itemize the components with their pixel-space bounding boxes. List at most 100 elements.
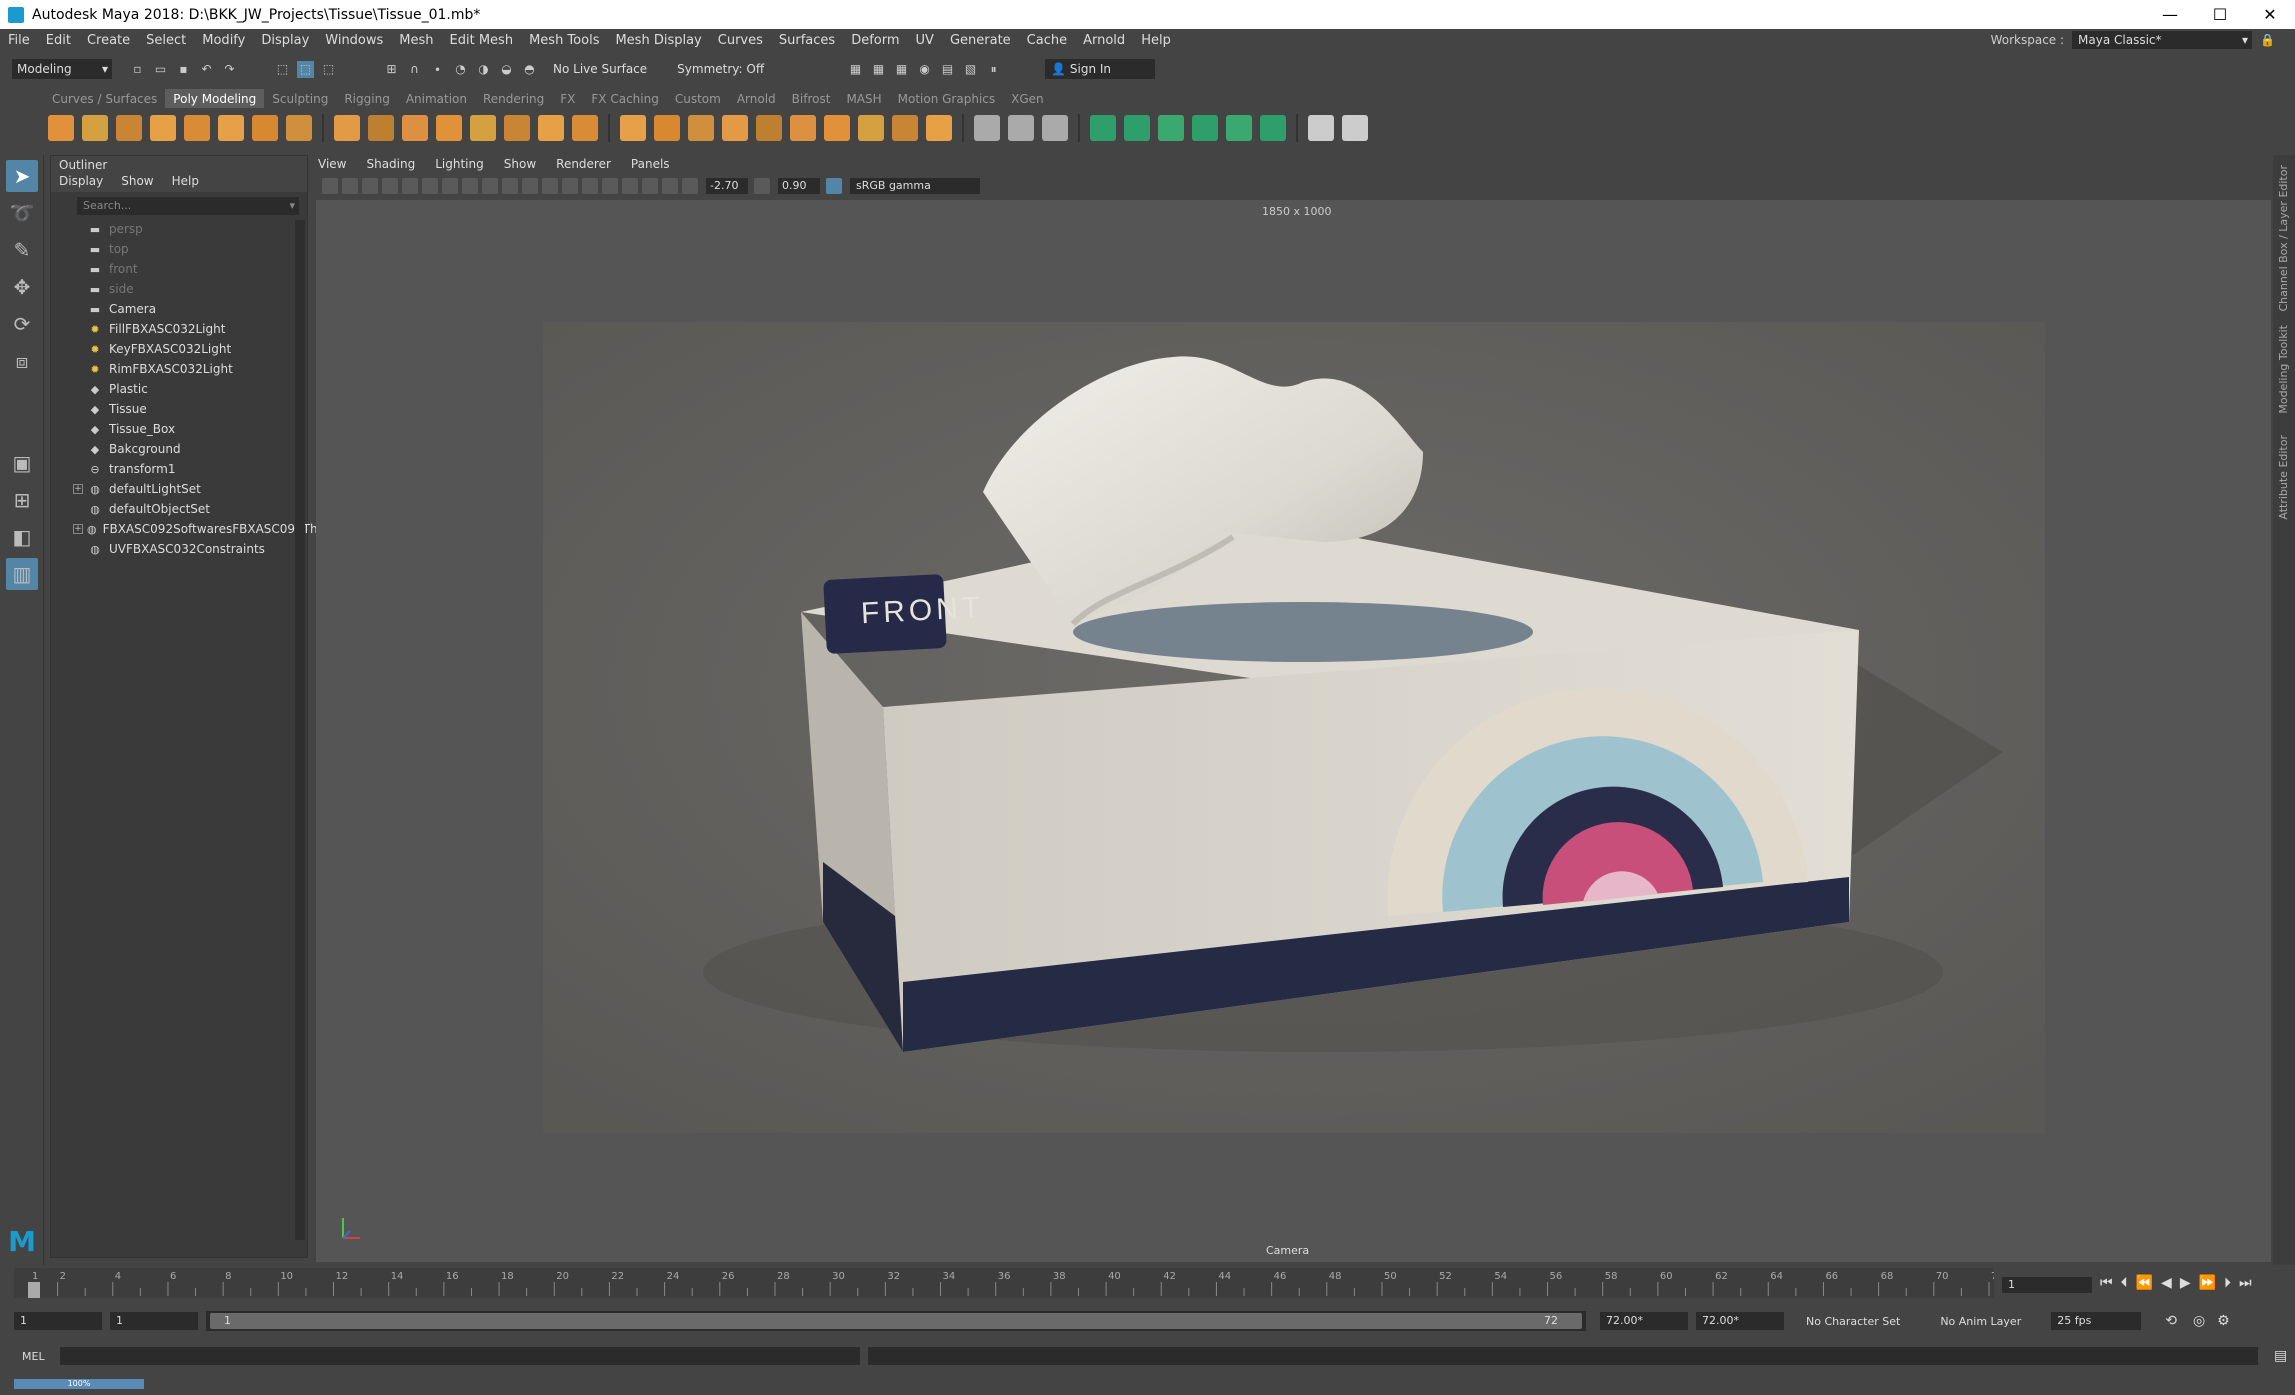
snap-plane-icon[interactable]: ◒ [498, 61, 515, 78]
outliner-item[interactable]: ✹ RimFBXASC032Light [51, 359, 307, 379]
move-tool-icon[interactable]: ✥ [6, 271, 38, 303]
step-forward-frame-icon[interactable]: ⏩ [2199, 1275, 2216, 1291]
shelf-tool-icon[interactable] [654, 115, 680, 141]
outliner-layout-icon[interactable]: ◧ [6, 521, 38, 553]
workspace-dropdown[interactable]: Maya Classic* ▾ [2072, 31, 2253, 49]
shelf-tool-icon[interactable] [1226, 115, 1252, 141]
maximize-button[interactable]: ☐ [2195, 0, 2245, 29]
outliner-scrollbar[interactable] [295, 220, 305, 1240]
shelf-tool-icon[interactable] [286, 115, 312, 141]
shelf-tool-icon[interactable] [1008, 115, 1034, 141]
shelf-tab-arnold[interactable]: Arnold [729, 89, 784, 109]
shelf-tool-icon[interactable] [790, 115, 816, 141]
menu-set-dropdown[interactable]: Modeling ▾ [12, 59, 112, 79]
outliner-item[interactable]: ▬ front [51, 259, 307, 279]
open-scene-icon[interactable]: ▭ [152, 61, 169, 78]
menu-create[interactable]: Create [79, 33, 138, 48]
viewport-menu-view[interactable]: View [318, 157, 346, 175]
range-handle[interactable]: 1 72 [210, 1313, 1582, 1329]
menu-file[interactable]: File [0, 33, 38, 48]
outliner-item[interactable]: + ◍ FBXASC092SoftwaresFBXASC092TheF [51, 519, 332, 539]
select-tool-icon[interactable]: ➤ [6, 160, 38, 192]
outliner-menu-help[interactable]: Help [172, 174, 199, 192]
shelf-tab-fx-caching[interactable]: FX Caching [583, 89, 666, 109]
menu-generate[interactable]: Generate [942, 33, 1019, 48]
go-to-start-icon[interactable]: ⏮ [2100, 1275, 2113, 1291]
bookmark-icon[interactable] [362, 178, 378, 194]
save-scene-icon[interactable]: ▪ [175, 61, 192, 78]
shelf-tool-icon[interactable] [1342, 115, 1368, 141]
symmetry-label[interactable]: Symmetry: Off [677, 62, 764, 76]
lights-icon[interactable] [582, 178, 598, 194]
shelf-tool-icon[interactable] [1192, 115, 1218, 141]
ipr-render-icon[interactable]: ▦ [870, 61, 887, 78]
shelf-tool-icon[interactable] [1260, 115, 1286, 141]
playback-start-field[interactable]: 1 [110, 1312, 198, 1330]
xray-icon[interactable] [662, 178, 678, 194]
menu-arnold[interactable]: Arnold [1075, 33, 1133, 48]
shelf-tool-icon[interactable] [1042, 115, 1068, 141]
smooth-shade-icon[interactable] [542, 178, 558, 194]
color-management-icon[interactable] [826, 178, 842, 194]
isolate-select-icon[interactable] [642, 178, 658, 194]
menu-deform[interactable]: Deform [843, 33, 907, 48]
outliner-menu-show[interactable]: Show [121, 174, 153, 192]
outliner-item[interactable]: ✹ KeyFBXASC032Light [51, 339, 307, 359]
anim-layer-menu[interactable]: No Anim Layer [1940, 1315, 2021, 1328]
shelf-tab-rendering[interactable]: Rendering [475, 89, 552, 109]
menu-cache[interactable]: Cache [1019, 33, 1075, 48]
shelf-tool-icon[interactable] [82, 115, 108, 141]
outliner-item[interactable]: ⊖ transform1 [51, 459, 307, 479]
select-object-icon[interactable]: ⬚ [297, 60, 314, 78]
fps-dropdown[interactable]: 25 fps [2051, 1312, 2142, 1330]
lock-icon[interactable]: 🔒 [2260, 33, 2275, 47]
render-view-icon[interactable]: ▤ [939, 61, 956, 78]
workspace-selector[interactable]: Workspace : Maya Classic* ▾ 🔒 [1991, 31, 2275, 49]
shelf-tab-sculpting[interactable]: Sculpting [264, 89, 336, 109]
exposure-icon[interactable] [682, 178, 698, 194]
camera-select-icon[interactable] [322, 178, 338, 194]
shelf-tool-icon[interactable] [252, 115, 278, 141]
current-frame-marker[interactable] [28, 1282, 40, 1298]
expand-icon[interactable]: + [73, 484, 83, 494]
shelf-tool-icon[interactable] [858, 115, 884, 141]
grid-icon[interactable] [402, 178, 418, 194]
outliner-item[interactable]: ◆ Bakcground [51, 439, 307, 459]
viewport-menu-lighting[interactable]: Lighting [435, 157, 484, 175]
outliner-menu-display[interactable]: Display [59, 174, 103, 192]
menu-edit[interactable]: Edit [38, 33, 79, 48]
go-to-end-icon[interactable]: ⏭ [2239, 1275, 2252, 1291]
select-component-icon[interactable]: ⬚ [320, 61, 337, 78]
redo-icon[interactable]: ↷ [221, 61, 238, 78]
shelf-tab-fx[interactable]: FX [552, 89, 583, 109]
shelf-tool-icon[interactable] [1090, 115, 1116, 141]
single-perspective-layout-icon[interactable]: ▣ [6, 447, 38, 479]
field-chart-icon[interactable] [482, 178, 498, 194]
shelf-tool-icon[interactable] [470, 115, 496, 141]
shelf-tool-icon[interactable] [722, 115, 748, 141]
tab-attribute-editor[interactable]: Attribute Editor [2277, 435, 2290, 520]
render-current-icon[interactable]: ▦ [847, 61, 864, 78]
shelf-tool-icon[interactable] [688, 115, 714, 141]
shelf-tool-icon[interactable] [1124, 115, 1150, 141]
shelf-tab-xgen[interactable]: XGen [1003, 89, 1052, 109]
film-gate-icon[interactable] [422, 178, 438, 194]
snap-view-icon[interactable]: ◔ [452, 61, 469, 78]
menu-help[interactable]: Help [1133, 33, 1179, 48]
shelf-tab-mash[interactable]: MASH [838, 89, 889, 109]
outliner-item[interactable]: ▬ side [51, 279, 307, 299]
shelf-tab-custom[interactable]: Custom [667, 89, 729, 109]
outliner-item[interactable]: ◆ Tissue [51, 399, 307, 419]
shelf-tool-icon[interactable] [116, 115, 142, 141]
outliner-persp-layout-icon[interactable]: ▥ [6, 558, 38, 590]
menu-surfaces[interactable]: Surfaces [771, 33, 843, 48]
shelf-tool-icon[interactable] [504, 115, 530, 141]
minimize-button[interactable]: — [2145, 0, 2195, 29]
shelf-tool-icon[interactable] [572, 115, 598, 141]
resolution-gate-icon[interactable] [442, 178, 458, 194]
lasso-tool-icon[interactable]: ➰ [6, 197, 38, 229]
play-forwards-icon[interactable]: ▶ [2180, 1275, 2191, 1291]
animation-prefs-icon[interactable]: ⚙ [2217, 1313, 2230, 1329]
shelf-tool-icon[interactable] [538, 115, 564, 141]
character-set-menu[interactable]: No Character Set [1806, 1315, 1900, 1328]
